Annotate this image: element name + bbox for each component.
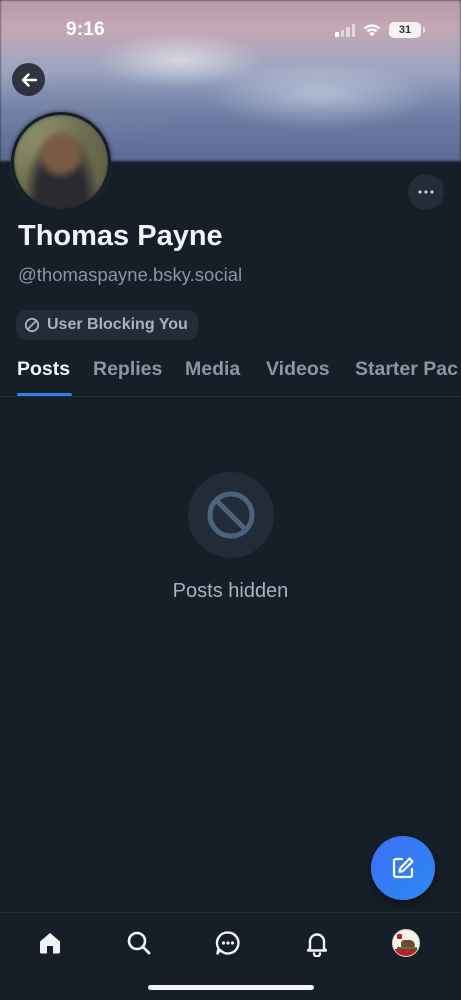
bell-icon bbox=[306, 933, 328, 957]
profile-screen: 9:16 31 Thomas Payne @thomaspayne.bsky.s… bbox=[0, 0, 461, 1000]
home-indicator bbox=[148, 985, 314, 990]
avatar-border bbox=[11, 112, 111, 212]
user-handle: @thomaspayne.bsky.social bbox=[18, 264, 243, 285]
nav-profile[interactable] bbox=[390, 927, 422, 959]
tab-starter-packs[interactable]: Starter Pac bbox=[355, 358, 458, 381]
block-icon bbox=[24, 317, 40, 333]
home-icon bbox=[40, 933, 60, 954]
avatar-icon bbox=[392, 929, 420, 957]
status-time: 9:16 bbox=[66, 19, 105, 40]
compose-post-button[interactable] bbox=[371, 836, 435, 900]
display-name: Thomas Payne bbox=[18, 220, 223, 252]
more-options-button[interactable] bbox=[408, 174, 444, 210]
nav-search[interactable] bbox=[123, 927, 155, 959]
search-icon bbox=[127, 931, 151, 955]
chat-icon bbox=[215, 931, 240, 955]
back-button[interactable] bbox=[12, 63, 45, 96]
arrow-left-icon bbox=[21, 72, 37, 87]
battery-level: 31 bbox=[398, 24, 412, 36]
blocking-status-badge: User Blocking You bbox=[16, 310, 198, 340]
posts-hidden-icon-container bbox=[188, 472, 274, 558]
status-icons: 31 bbox=[335, 22, 425, 38]
tab-media[interactable]: Media bbox=[185, 358, 240, 381]
ellipsis-icon bbox=[418, 190, 434, 194]
nav-messages[interactable] bbox=[212, 927, 244, 959]
status-bar: 9:16 31 bbox=[0, 0, 461, 60]
tab-posts[interactable]: Posts bbox=[17, 358, 70, 381]
posts-hidden-message: Posts hidden bbox=[172, 580, 289, 602]
compose-icon bbox=[392, 857, 414, 879]
active-tab-indicator bbox=[17, 393, 72, 396]
profile-tabs: Posts Replies Media Videos Starter Pac bbox=[0, 352, 461, 397]
blocking-status-text: User Blocking You bbox=[47, 316, 188, 333]
battery-indicator: 31 bbox=[389, 22, 425, 38]
signal-icon bbox=[335, 23, 355, 37]
tab-videos[interactable]: Videos bbox=[266, 358, 330, 381]
block-icon bbox=[207, 491, 255, 539]
wifi-icon bbox=[363, 24, 381, 37]
nav-home[interactable] bbox=[34, 927, 66, 959]
tab-replies[interactable]: Replies bbox=[93, 358, 162, 381]
nav-notifications[interactable] bbox=[301, 927, 333, 959]
